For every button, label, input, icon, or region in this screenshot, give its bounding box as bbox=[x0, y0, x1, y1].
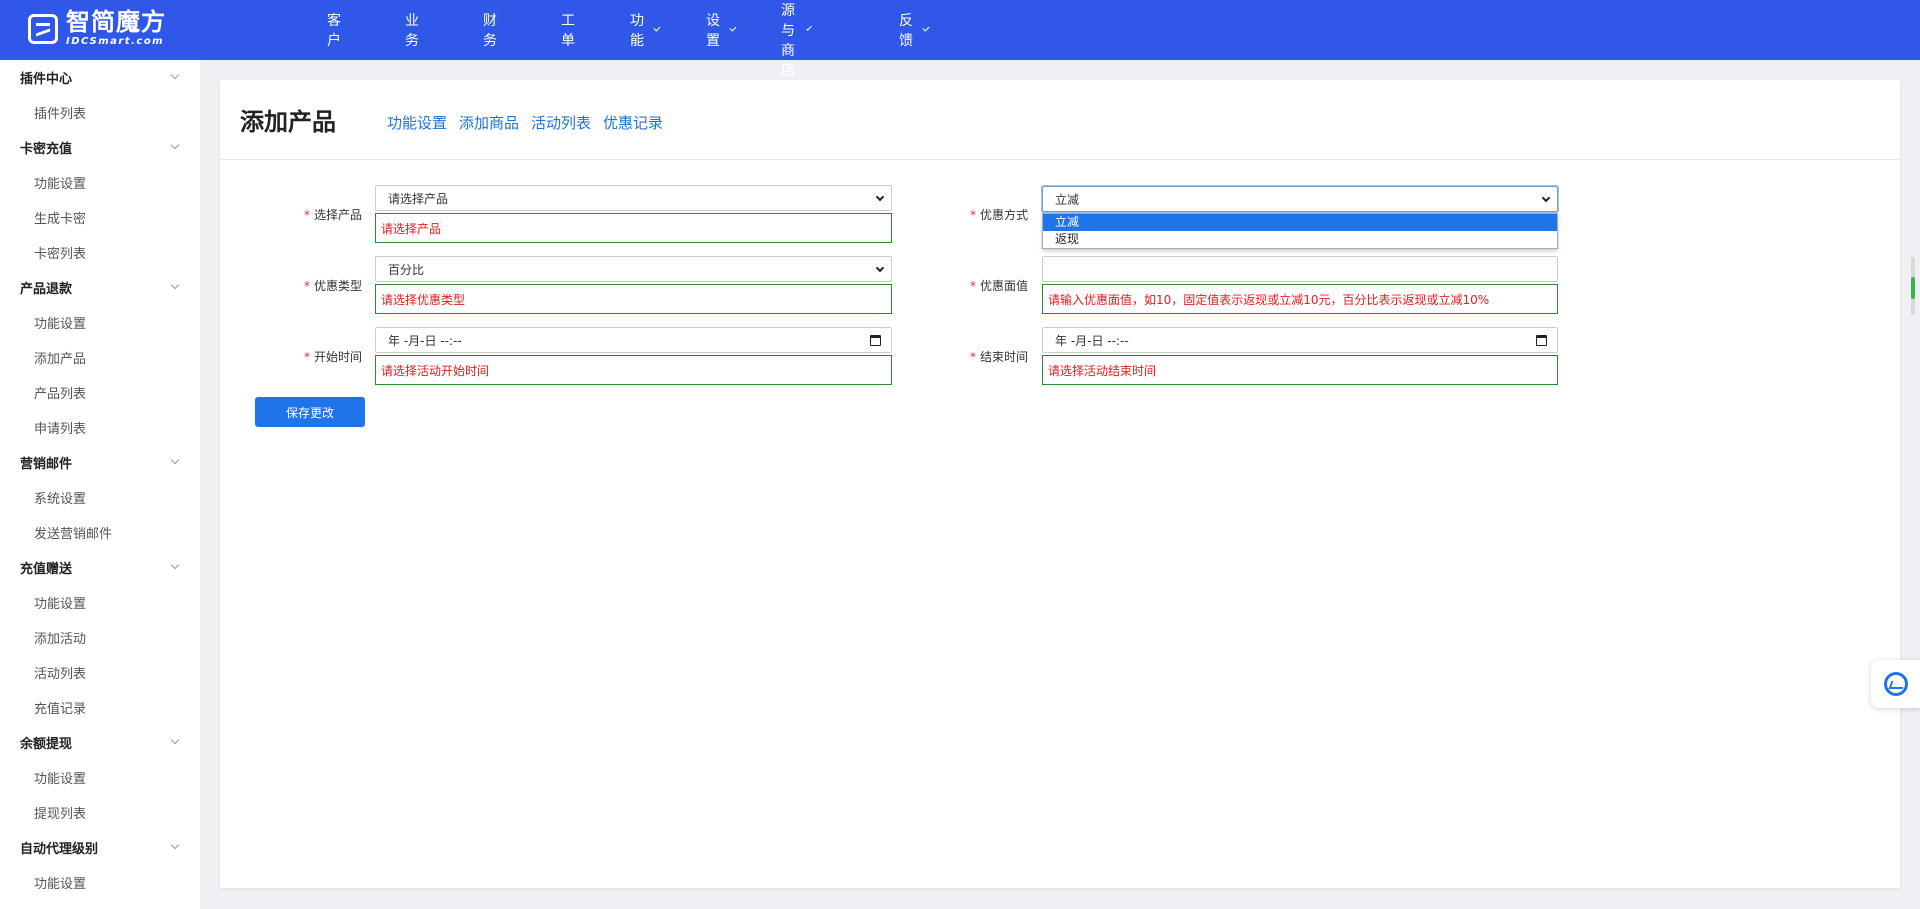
product-label: * 选择产品 bbox=[303, 208, 362, 222]
sidebar-item-activity-list[interactable]: 活动列表 bbox=[0, 655, 200, 690]
end-time-label: * 结束时间 bbox=[969, 350, 1028, 364]
tab-feature-settings[interactable]: 功能设置 bbox=[387, 112, 447, 133]
page-tabs: 功能设置 添加商品 活动列表 优惠记录 bbox=[387, 112, 675, 133]
amount-input[interactable] bbox=[1042, 256, 1558, 282]
type-select[interactable]: 百分比 bbox=[375, 256, 892, 282]
sidebar-group-card-recharge[interactable]: 卡密充值 bbox=[0, 130, 200, 165]
chevron-down-icon bbox=[170, 735, 180, 745]
chevron-down-icon bbox=[1541, 193, 1551, 203]
card-header: 添加产品 功能设置 添加商品 活动列表 优惠记录 bbox=[220, 80, 1900, 160]
method-select[interactable]: 立减 bbox=[1042, 186, 1558, 212]
sidebar-group-product-refund[interactable]: 产品退款 bbox=[0, 270, 200, 305]
calendar-icon[interactable] bbox=[1536, 335, 1547, 346]
sidebar-group-balance-withdrawal[interactable]: 余额提现 bbox=[0, 725, 200, 760]
sidebar-item-add-activity[interactable]: 添加活动 bbox=[0, 620, 200, 655]
sidebar-item-card-list[interactable]: 卡密列表 bbox=[0, 235, 200, 270]
sidebar-group-marketing-email[interactable]: 营销邮件 bbox=[0, 445, 200, 480]
product-error: 请选择产品 bbox=[375, 213, 892, 243]
end-time-input[interactable]: 年 -月-日 --:-- bbox=[1042, 327, 1558, 353]
sidebar-item-bonus-settings[interactable]: 功能设置 bbox=[0, 585, 200, 620]
chevron-down-icon bbox=[875, 263, 885, 273]
tab-discount-records[interactable]: 优惠记录 bbox=[603, 112, 663, 133]
sidebar-item-generate-card[interactable]: 生成卡密 bbox=[0, 200, 200, 235]
end-time-error: 请选择活动结束时间 bbox=[1042, 355, 1558, 385]
chevron-down-icon bbox=[653, 24, 661, 32]
sidebar-item-agent-settings[interactable]: 功能设置 bbox=[0, 865, 200, 900]
type-error: 请选择优惠类型 bbox=[375, 284, 892, 314]
calendar-icon[interactable] bbox=[870, 335, 881, 346]
chevron-down-icon bbox=[922, 24, 930, 32]
start-time-label: * 开始时间 bbox=[303, 350, 362, 364]
method-label: * 优惠方式 bbox=[969, 208, 1028, 222]
method-option-cashback[interactable]: 返现 bbox=[1043, 231, 1557, 248]
sidebar-group-plugin-center[interactable]: 插件中心 bbox=[0, 60, 200, 95]
sidebar-item-add-product[interactable]: 添加产品 bbox=[0, 340, 200, 375]
nav-item-features[interactable]: 功能 bbox=[630, 0, 661, 60]
chevron-down-icon bbox=[170, 140, 180, 150]
nav-item-business[interactable]: 业务 bbox=[405, 0, 419, 60]
type-label: * 优惠类型 bbox=[303, 279, 362, 293]
tab-add-goods[interactable]: 添加商品 bbox=[459, 112, 519, 133]
scrollbar-indicator[interactable] bbox=[1911, 257, 1915, 315]
sidebar-item-recharge-records[interactable]: 充值记录 bbox=[0, 690, 200, 725]
chevron-down-icon bbox=[875, 192, 885, 202]
start-time-input[interactable]: 年 -月-日 --:-- bbox=[375, 327, 892, 353]
method-option-reduce[interactable]: 立减 bbox=[1043, 214, 1557, 231]
floating-assistant-button[interactable] bbox=[1871, 660, 1920, 708]
chevron-down-icon bbox=[805, 25, 812, 31]
logo-text-en: IDCSmart.com bbox=[66, 36, 165, 47]
sidebar-item-withdrawal-settings[interactable]: 功能设置 bbox=[0, 760, 200, 795]
save-changes-button[interactable]: 保存更改 bbox=[255, 397, 365, 427]
chevron-down-icon bbox=[170, 70, 180, 80]
amount-label: * 优惠面值 bbox=[969, 279, 1028, 293]
sidebar-item-withdrawal-list[interactable]: 提现列表 bbox=[0, 795, 200, 830]
chevron-down-icon bbox=[729, 24, 737, 32]
nav-item-finance[interactable]: 财务 bbox=[483, 0, 497, 60]
amount-error: 请输入优惠面值，如10，固定值表示返现或立减10元，百分比表示返现或立减10% bbox=[1042, 284, 1558, 314]
assistant-icon bbox=[1883, 672, 1908, 696]
nav-item-customers[interactable]: 客户 bbox=[327, 0, 341, 60]
page-title: 添加产品 bbox=[240, 108, 336, 136]
nav-item-feedback[interactable]: 反馈 bbox=[899, 0, 930, 60]
nav-item-resources-store[interactable]: 资源与商店 bbox=[781, 0, 812, 79]
sidebar-item-send-marketing-email[interactable]: 发送营销邮件 bbox=[0, 515, 200, 550]
sidebar-item-system-settings[interactable]: 系统设置 bbox=[0, 480, 200, 515]
chevron-down-icon bbox=[170, 560, 180, 570]
nav-item-tickets[interactable]: 工单 bbox=[561, 0, 575, 60]
sidebar-group-recharge-bonus[interactable]: 充值赠送 bbox=[0, 550, 200, 585]
sidebar-group-auto-agent-level[interactable]: 自动代理级别 bbox=[0, 830, 200, 865]
logo[interactable]: 智简魔方 IDCSmart.com bbox=[28, 10, 166, 47]
sidebar-item-product-list[interactable]: 产品列表 bbox=[0, 375, 200, 410]
tab-activity-list[interactable]: 活动列表 bbox=[531, 112, 591, 133]
top-navbar: 智简魔方 IDCSmart.com 客户 业务 财务 工单 功能 设置 资源与商… bbox=[0, 0, 1920, 79]
sidebar-item-card-settings[interactable]: 功能设置 bbox=[0, 165, 200, 200]
chevron-down-icon bbox=[170, 840, 180, 850]
sidebar-item-plugin-list[interactable]: 插件列表 bbox=[0, 95, 200, 130]
chevron-down-icon bbox=[170, 455, 180, 465]
logo-text-cn: 智简魔方 bbox=[66, 8, 166, 36]
start-time-error: 请选择活动开始时间 bbox=[375, 355, 892, 385]
method-dropdown-list: 立减 返现 bbox=[1042, 213, 1558, 249]
nav-item-settings[interactable]: 设置 bbox=[706, 0, 737, 60]
sidebar-item-refund-settings[interactable]: 功能设置 bbox=[0, 305, 200, 340]
sidebar: 插件中心 插件列表 卡密充值 功能设置 生成卡密 卡密列表 产品退款 功能设置 … bbox=[0, 60, 200, 909]
product-select[interactable]: 请选择产品 bbox=[375, 185, 892, 211]
logo-icon bbox=[28, 13, 58, 44]
sidebar-item-application-list[interactable]: 申请列表 bbox=[0, 410, 200, 445]
chevron-down-icon bbox=[170, 280, 180, 290]
